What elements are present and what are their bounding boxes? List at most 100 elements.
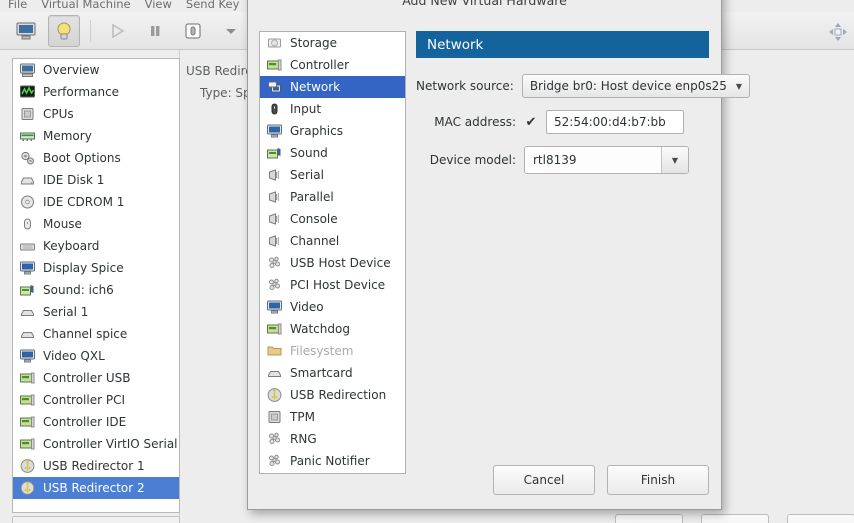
folder-icon [267,346,282,356]
category-input[interactable]: Input [260,98,405,120]
controller-icon [20,394,35,406]
window-button-1[interactable] [615,514,683,523]
category-label: Console [290,212,338,226]
show-console-button[interactable] [10,15,42,47]
category-tpm[interactable]: TPM [260,406,405,428]
hw-item-ide-cdrom-1[interactable]: IDE CDROM 1 [13,191,179,213]
hw-item-label: IDE Disk 1 [43,173,105,187]
hw-item-controller-usb[interactable]: Controller USB [13,367,179,389]
category-parallel[interactable]: Parallel [260,186,405,208]
hardware-category-list[interactable]: Storage Controller Network Input Graphic… [259,31,406,474]
category-usb-redirection[interactable]: USB Redirection [260,384,405,406]
show-details-button[interactable] [48,14,80,47]
pause-button[interactable] [139,15,171,47]
menu-view[interactable]: View [145,0,172,11]
mac-address-label: MAC address: [434,115,516,129]
category-storage[interactable]: Storage [260,32,405,54]
device-details-type: Type: Sp [200,86,251,100]
gears-icon [21,151,34,165]
controller-icon [267,59,282,71]
mac-address-input[interactable]: 52:54:00:d4:b7:bb [546,110,684,134]
hw-item-controller-ide[interactable]: Controller IDE [13,411,179,433]
hw-item-serial-1[interactable]: Serial 1 [13,301,179,323]
menu-virtual-machine[interactable]: Virtual Machine [41,0,130,11]
chevron-down-icon[interactable]: ▼ [661,147,688,173]
category-panic-notifier[interactable]: Panic Notifier [260,450,405,472]
display-icon [267,124,282,138]
category-label: Video [290,300,324,314]
hw-item-controller-virtio-serial[interactable]: Controller VirtIO Serial [13,433,179,455]
cdrom-icon [21,195,34,209]
hardware-toolbar-strip[interactable] [12,516,180,523]
category-label: Parallel [290,190,334,204]
hw-item-controller-pci[interactable]: Controller PCI [13,389,179,411]
hw-item-label: Controller USB [43,371,131,385]
mac-address-checkbox[interactable]: ✔ [524,115,538,130]
category-label: Panic Notifier [290,454,370,468]
vm-hardware-list[interactable]: Overview Performance CPUs Memory Boot Op… [12,58,180,513]
hw-item-usb-redirector-2[interactable]: USB Redirector 2 [13,477,179,499]
hw-item-mouse[interactable]: Mouse [13,213,179,235]
category-console[interactable]: Console [260,208,405,230]
device-model-value: rtl8139 [525,147,661,173]
category-smartcard[interactable]: Smartcard [260,362,405,384]
hw-item-video-qxl[interactable]: Video QXL [13,345,179,367]
window-button-2[interactable] [701,514,769,523]
category-channel[interactable]: Channel [260,230,405,252]
finish-button[interactable]: Finish [607,465,709,495]
category-network[interactable]: Network [260,76,405,98]
hostdev-icon [269,432,280,444]
category-controller[interactable]: Controller [260,54,405,76]
network-form: Network source: Bridge br0: Host device … [416,74,751,174]
hostdev-icon [269,454,280,466]
category-label: USB Redirection [290,388,387,402]
device-model-row: Device model: rtl8139 ▼ [416,146,709,174]
cancel-button[interactable]: Cancel [493,465,595,495]
hw-item-memory[interactable]: Memory [13,125,179,147]
hw-item-performance[interactable]: Performance [13,81,179,103]
hostdev-icon [269,278,280,290]
pause-icon [151,25,160,36]
hw-item-display-spice[interactable]: Display Spice [13,257,179,279]
hw-item-label: Display Spice [43,261,124,275]
controller-icon [20,416,35,428]
storage-icon [268,38,281,48]
category-rng[interactable]: RNG [260,428,405,450]
hw-item-label: USB Redirector 1 [43,459,145,473]
hw-item-keyboard[interactable]: Keyboard [13,235,179,257]
category-sound[interactable]: Sound [260,142,405,164]
category-pci-host-device[interactable]: PCI Host Device [260,274,405,296]
category-graphics[interactable]: Graphics [260,120,405,142]
window-button-3[interactable] [787,514,854,523]
hw-item-overview[interactable]: Overview [13,59,179,81]
category-serial[interactable]: Serial [260,164,405,186]
category-label: Serial [290,168,324,182]
hw-item-label: Video QXL [43,349,105,363]
category-video[interactable]: Video [260,296,405,318]
shutdown-button[interactable] [177,15,209,47]
category-label: RNG [290,432,317,446]
hw-item-label: Sound: ich6 [43,283,114,297]
hw-item-ide-disk-1[interactable]: IDE Disk 1 [13,169,179,191]
menu-file[interactable]: File [8,0,27,11]
mouse-icon [24,218,31,230]
hw-item-boot-options[interactable]: Boot Options [13,147,179,169]
shutdown-menu-button[interactable] [215,15,247,47]
menu-send-key[interactable]: Send Key [186,0,239,11]
hw-item-usb-redirector-1[interactable]: USB Redirector 1 [13,455,179,477]
hw-item-label: Boot Options [43,151,121,165]
display-icon [20,261,35,275]
category-watchdog[interactable]: Watchdog [260,318,405,340]
hw-item-label: CPUs [43,107,74,121]
device-model-combo[interactable]: rtl8139 ▼ [524,146,689,174]
run-button[interactable] [101,15,133,47]
window-action-buttons [615,514,854,523]
keyboard-icon [20,243,35,251]
hw-item-label: Performance [43,85,120,99]
network-source-combo[interactable]: Bridge br0: Host device enp0s25 ▼ [521,74,751,98]
usb-icon [267,388,282,402]
hw-item-sound-ich6[interactable]: Sound: ich6 [13,279,179,301]
category-usb-host-device[interactable]: USB Host Device [260,252,405,274]
hw-item-channel-spice[interactable]: Channel spice [13,323,179,345]
hw-item-cpus[interactable]: CPUs [13,103,179,125]
